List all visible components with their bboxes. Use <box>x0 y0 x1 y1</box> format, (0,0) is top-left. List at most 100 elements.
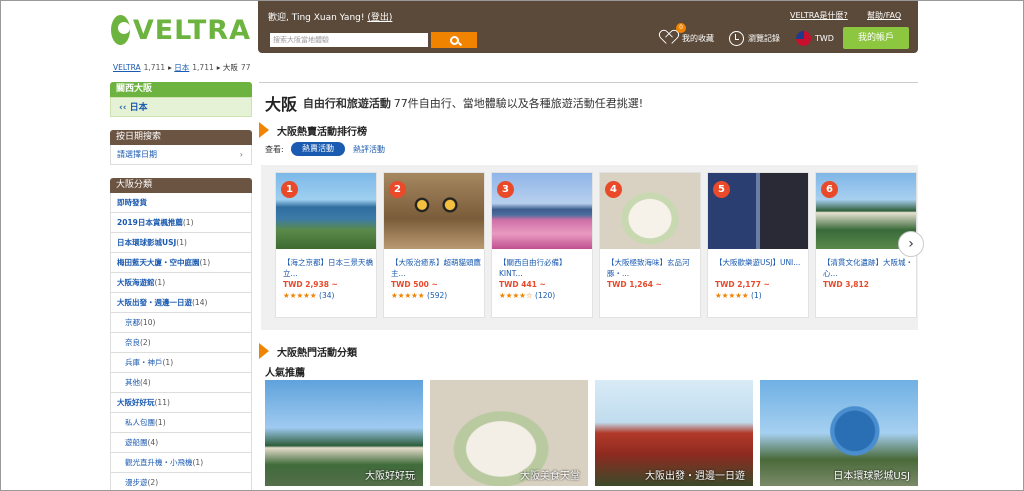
ranking-card[interactable]: 4 【大阪極致海味】玄品河豚・... TWD 1,264 ~ <box>599 172 701 318</box>
category-tile[interactable]: 大阪好好玩 <box>265 380 423 486</box>
category-item[interactable]: 梅田藍天大廈・空中庭園(1) <box>110 253 252 273</box>
category-item[interactable]: 大阪海遊館(1) <box>110 273 252 293</box>
clock-icon <box>729 31 744 46</box>
welcome-text: 歡迎, Ting Xuan Yang! (登出) <box>268 10 392 23</box>
search-input[interactable]: 搜索大阪當地體驗 <box>270 33 428 47</box>
about-link[interactable]: VELTRA是什麼? <box>790 10 848 21</box>
page-title: 大阪 自由行和旅遊活動 77件自由行、當地體驗以及各種旅遊活動任君挑選! <box>265 91 643 115</box>
carousel-next-button[interactable]: › <box>898 231 924 257</box>
activity-rating: ★★★★★ (34) <box>283 291 334 300</box>
heart-icon <box>662 31 678 45</box>
category-tile-label: 大阪好好玩 <box>365 471 415 482</box>
category-item[interactable]: 大阪出發・週邊一日遊(14) <box>110 293 252 313</box>
ranking-card[interactable]: 2 【大阪治癒系】超萌貓頭鷹主... TWD 500 ~ ★★★★★ (592) <box>383 172 485 318</box>
breadcrumb-count: 1,711 <box>143 63 166 72</box>
activity-name-link[interactable]: 【大阪歡樂遊USJ】UNI... <box>715 257 805 268</box>
activity-price: TWD 2,938 ~ <box>283 280 338 289</box>
ranking-card[interactable]: 5 【大阪歡樂遊USJ】UNI... TWD 2,177 ~ ★★★★★ (1) <box>707 172 809 318</box>
category-label: 大阪好好玩 <box>117 398 155 407</box>
activity-price: TWD 2,177 ~ <box>715 280 770 289</box>
category-count: (1) <box>176 238 187 247</box>
breadcrumb-osaka: 大阪 <box>222 63 238 72</box>
category-count: (14) <box>192 298 208 307</box>
category-label: 即時發貨 <box>117 198 147 207</box>
category-tile[interactable]: 大阪出發・週邊一日遊 <box>595 380 753 486</box>
category-count: (4) <box>140 378 151 387</box>
logout-link[interactable]: (登出) <box>367 13 392 23</box>
ranking-title: 大阪熱賣活動排行榜 <box>277 126 367 138</box>
rating-stars: ★★★★★ <box>391 291 425 300</box>
rank-badge: 1 <box>281 181 298 198</box>
activity-rating: ★★★★★ (592) <box>391 291 447 300</box>
activity-name-link[interactable]: 【大阪治癒系】超萌貓頭鷹主... <box>391 257 481 279</box>
ranking-card[interactable]: 3 【關西自由行必備】KINT... TWD 441 ~ ★★★★☆ (120) <box>491 172 593 318</box>
rank-badge: 2 <box>389 181 406 198</box>
veltra-logo[interactable]: VELTRA <box>111 13 251 47</box>
tab-top-reviewed[interactable]: 熱評活動 <box>353 144 385 155</box>
category-count: (4) <box>147 438 159 447</box>
category-count: (1) <box>162 358 174 367</box>
activity-rating: ★★★★☆ (120) <box>499 291 555 300</box>
breadcrumb: VELTRA 1,711 ▸ 日本 1,711 ▸ 大阪 77 <box>113 63 251 72</box>
category-item[interactable]: 私人包團(1) <box>110 413 252 433</box>
category-item[interactable]: 日本環球影城USJ(1) <box>110 233 252 253</box>
search-button[interactable] <box>431 32 477 48</box>
review-count: (1) <box>751 291 762 300</box>
activity-name-link[interactable]: 【關西自由行必備】KINT... <box>499 257 589 279</box>
rating-stars: ★★★★★ <box>715 291 749 300</box>
activity-name-link[interactable]: 【海之京都】日本三景天橋立... <box>283 257 373 279</box>
category-label: 漫步遊 <box>125 478 148 487</box>
category-label: 遊船團 <box>125 438 148 447</box>
tab-hot-activities[interactable]: 熱賣活動 <box>291 142 345 156</box>
category-item[interactable]: 京都(10) <box>110 313 252 333</box>
category-label: 其他 <box>125 378 140 387</box>
currency-selector[interactable]: TWD <box>796 31 834 46</box>
currency-label: TWD <box>815 34 834 43</box>
category-count: (1) <box>192 458 204 467</box>
welcome-label: 歡迎, Ting Xuan Yang! <box>268 13 365 23</box>
history-link[interactable]: 瀏覽記錄 <box>729 31 780 46</box>
category-item[interactable]: 奈良(2) <box>110 333 252 353</box>
popular-title: 大阪熱門活動分類 <box>277 347 357 359</box>
category-item[interactable]: 其他(4) <box>110 373 252 393</box>
rank-badge: 6 <box>821 181 838 198</box>
category-count: (2) <box>147 478 159 487</box>
ranking-card[interactable]: 1 【海之京都】日本三景天橋立... TWD 2,938 ~ ★★★★★ (34) <box>275 172 377 318</box>
category-item[interactable]: 遊船團(4) <box>110 433 252 453</box>
help-link[interactable]: 幫助/FAQ <box>867 10 901 21</box>
taiwan-flag-icon <box>796 31 811 46</box>
category-item[interactable]: 2019日本賞楓推薦(1) <box>110 213 252 233</box>
breadcrumb-count: 1,711 <box>192 63 214 72</box>
section-marker-icon <box>259 343 269 359</box>
page-title-sub: 自由行和旅遊活動 <box>302 97 391 110</box>
sidebar-country-label: 日本 <box>129 103 148 113</box>
category-label: 觀光直升機・小飛機 <box>125 458 193 467</box>
rank-badge: 5 <box>713 181 730 198</box>
rating-stars: ★★★★★ <box>283 291 317 300</box>
activity-name-link[interactable]: 【大阪極致海味】玄品河豚・... <box>607 257 697 279</box>
search-icon <box>449 35 459 45</box>
category-tile[interactable]: 日本環球影城USJ <box>760 380 918 486</box>
globe-icon <box>111 15 130 45</box>
breadcrumb-veltra[interactable]: VELTRA <box>113 63 141 72</box>
category-tile-label: 大阪出發・週邊一日遊 <box>645 471 745 482</box>
review-count: (120) <box>535 291 556 300</box>
category-item[interactable]: 大阪好好玩(11) <box>110 393 252 413</box>
popular-subtitle: 人氣推薦 <box>265 368 305 379</box>
favorites-link[interactable]: 我的收藏 <box>662 31 714 45</box>
category-label: 2019日本賞楓推薦 <box>117 218 183 227</box>
breadcrumb-count: 77 <box>240 63 251 72</box>
category-tile[interactable]: 大阪美食天堂 <box>430 380 588 486</box>
section-marker-icon <box>259 122 269 138</box>
breadcrumb-japan[interactable]: 日本 <box>174 63 189 72</box>
rating-stars: ★★★★☆ <box>499 291 533 300</box>
my-account-button[interactable]: 我的帳戶 <box>843 27 909 49</box>
category-item[interactable]: 漫步遊(2) <box>110 473 252 490</box>
category-item[interactable]: 觀光直升機・小飛機(1) <box>110 453 252 473</box>
category-count: (1) <box>199 258 211 267</box>
category-item[interactable]: 兵庫・神戶(1) <box>110 353 252 373</box>
sidebar-country-link[interactable]: ‹‹ 日本 <box>110 97 252 117</box>
category-item[interactable]: 即時發貨 <box>110 193 252 213</box>
activity-name-link[interactable]: 【清貫文化遺跡】大阪城・心... <box>823 257 913 279</box>
date-picker[interactable]: 請選擇日期 › <box>110 145 252 165</box>
